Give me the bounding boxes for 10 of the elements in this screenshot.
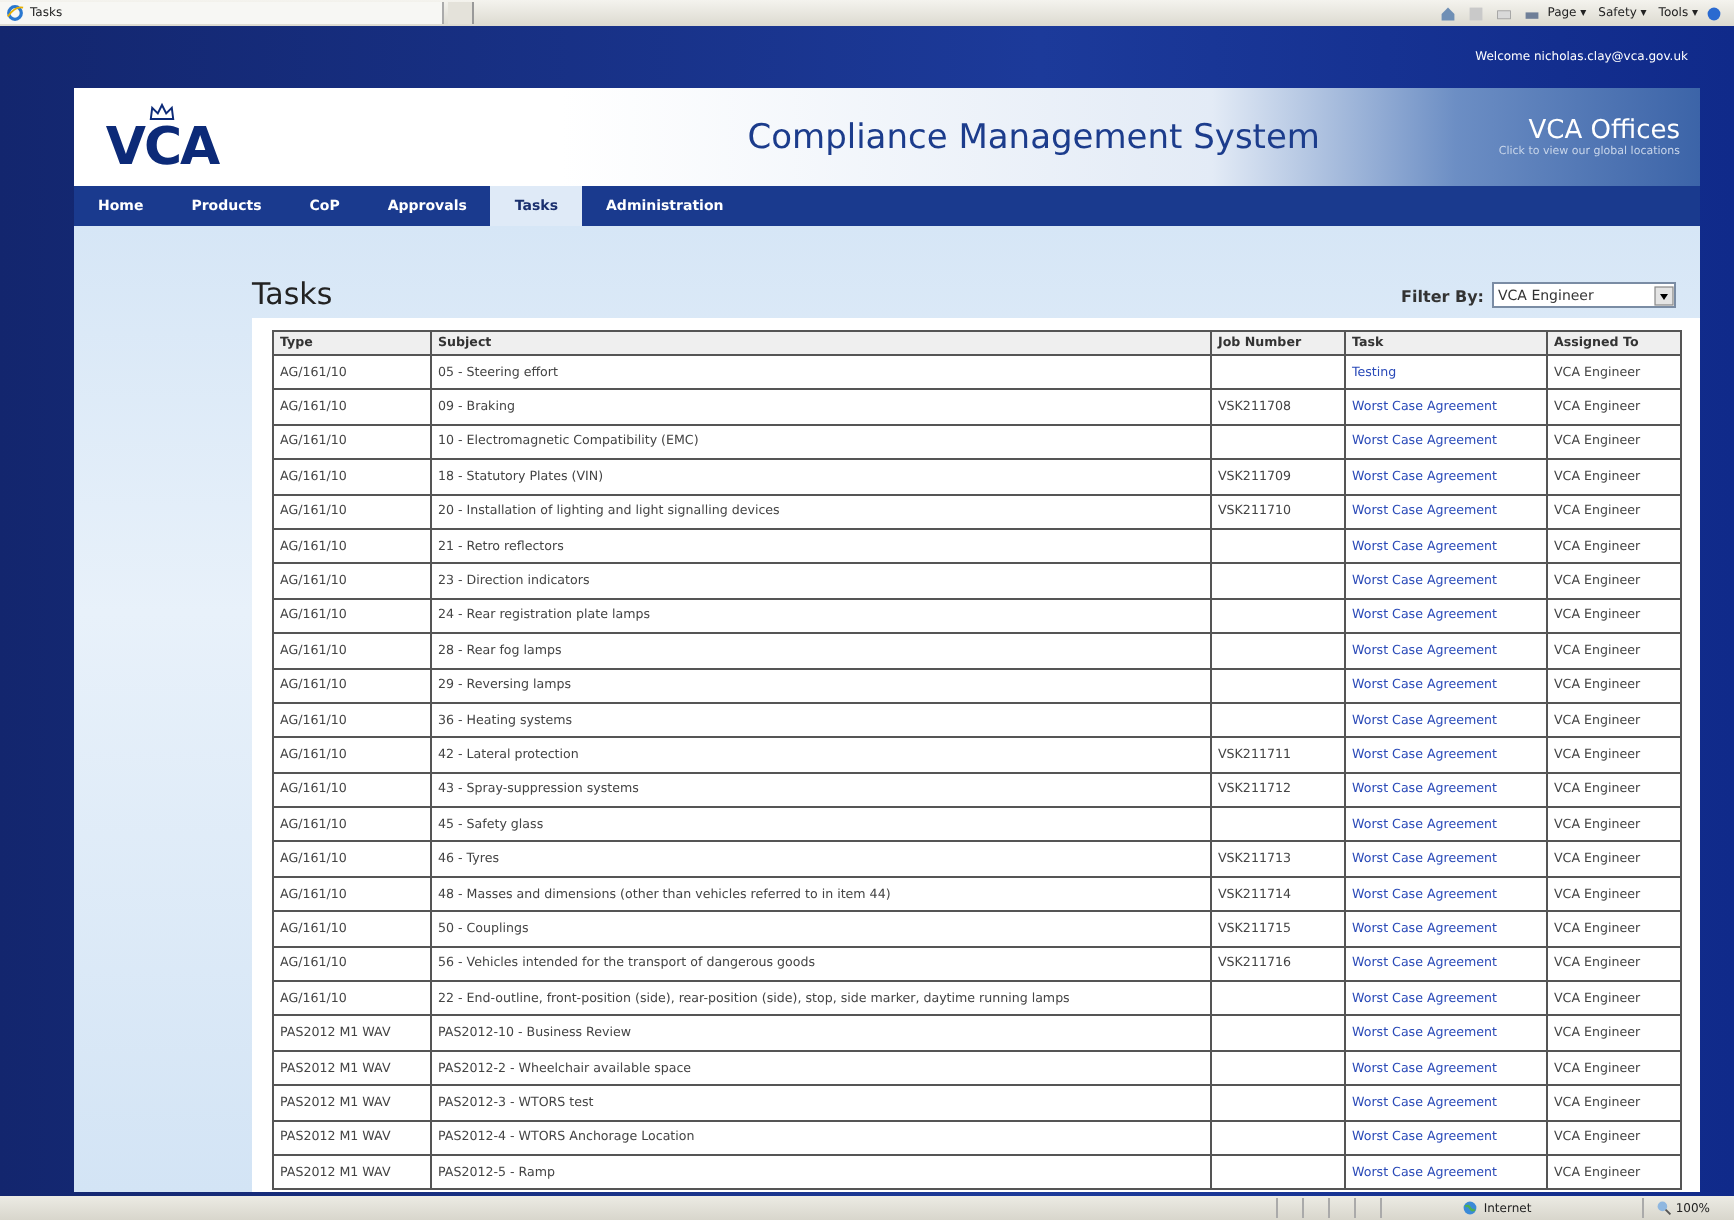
logo-text: VCA — [105, 121, 219, 173]
browser-logo-icon — [6, 4, 24, 22]
zoom-icon — [1655, 1200, 1672, 1216]
home-icon[interactable] — [1439, 5, 1456, 21]
new-tab-button[interactable] — [448, 2, 474, 24]
globe-icon — [1461, 1200, 1478, 1216]
crown-icon — [148, 101, 176, 121]
filter-label: Filter By: — [1401, 288, 1484, 310]
site-title: Compliance Management System — [745, 117, 1322, 157]
page-heading: Tasks — [252, 276, 333, 312]
